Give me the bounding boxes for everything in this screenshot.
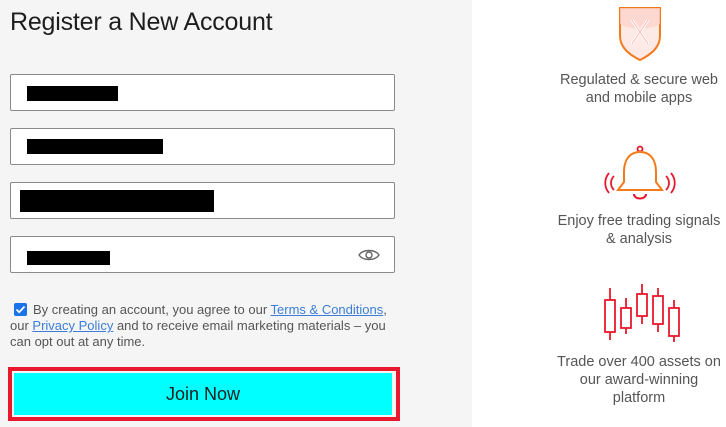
bell-icon	[604, 145, 676, 200]
consent-checkbox[interactable]	[14, 303, 27, 316]
redacted-value	[27, 86, 118, 101]
registration-panel: Register a New Account By creating an ac…	[0, 0, 472, 427]
password-field[interactable]	[10, 236, 395, 273]
check-icon	[15, 305, 26, 314]
consent-text-part: By creating an account, you agree to our	[33, 302, 271, 317]
redacted-value	[20, 190, 214, 212]
eye-icon[interactable]	[358, 248, 380, 262]
join-now-button[interactable]: Join Now	[14, 373, 392, 415]
first-name-field[interactable]	[10, 74, 395, 111]
feature-assets: Trade over 400 assets on our award-winni…	[557, 354, 721, 406]
last-name-field[interactable]	[10, 128, 395, 165]
feature-signals: Enjoy free trading signals & analysis	[557, 213, 721, 247]
page-title: Register a New Account	[10, 8, 273, 36]
terms-link[interactable]: Terms & Conditions	[271, 302, 384, 317]
email-field[interactable]	[10, 182, 395, 219]
redacted-value	[27, 139, 163, 154]
feature-regulated: Regulated & secure web and mobile apps	[560, 72, 718, 106]
redacted-value	[27, 251, 110, 265]
candlestick-icon	[604, 284, 680, 342]
consent-text: By creating an account, you agree to our…	[10, 302, 395, 350]
privacy-policy-link[interactable]: Privacy Policy	[32, 318, 113, 333]
shield-x-icon	[619, 7, 661, 62]
